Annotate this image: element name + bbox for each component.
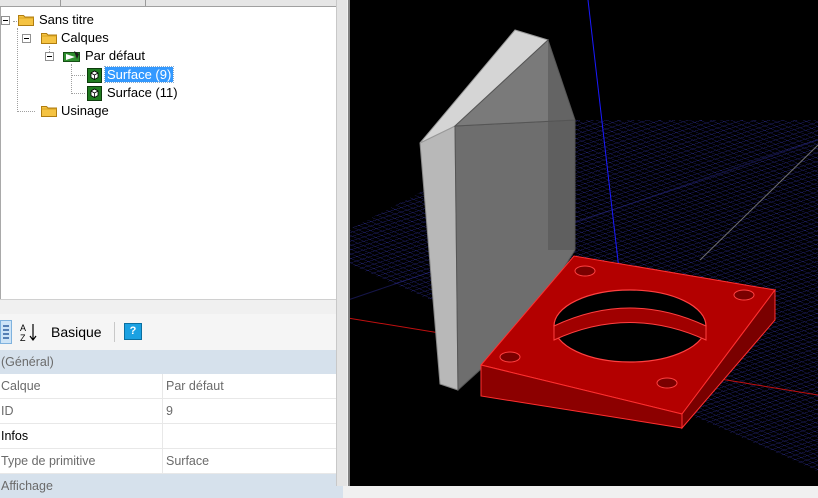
tree-node-label: Surface (9) xyxy=(103,66,175,83)
svg-text:A: A xyxy=(20,323,26,333)
3d-scene[interactable] xyxy=(348,0,818,486)
panel-splitter[interactable] xyxy=(0,299,346,312)
property-name: Type de primitive xyxy=(1,454,96,468)
toolbar-separator xyxy=(114,322,115,342)
tree-node-surface-11[interactable]: Surface (11) xyxy=(105,84,180,102)
surface-icon xyxy=(87,68,102,83)
tree-line xyxy=(17,111,35,112)
properties-toolbar: A Z Basique ? xyxy=(0,314,343,350)
tree-line xyxy=(71,64,72,94)
property-name: Infos xyxy=(1,429,29,443)
alphabetical-sort-button[interactable]: A Z xyxy=(18,320,40,344)
property-grid: (Général) Calque Par défaut ID 9 Infos T… xyxy=(0,350,343,498)
tab-divider xyxy=(60,0,61,6)
property-value: Par défaut xyxy=(166,379,224,393)
folder-icon xyxy=(41,106,57,117)
category-general[interactable]: (Général) xyxy=(0,350,343,374)
categorized-view-button[interactable] xyxy=(0,320,12,344)
property-row-id[interactable]: ID 9 xyxy=(0,399,343,424)
tree-line xyxy=(17,28,18,112)
column-divider xyxy=(162,449,163,473)
basic-view-label: Basique xyxy=(51,324,102,340)
basic-view-button[interactable]: Basique xyxy=(46,320,107,344)
tree-node-label: Surface (11) xyxy=(107,85,178,100)
tree-node-root[interactable]: Sans titre xyxy=(37,11,96,29)
property-row-primitive-type[interactable]: Type de primitive Surface xyxy=(0,449,343,474)
layer-icon xyxy=(63,51,80,62)
help-button[interactable]: ? xyxy=(124,323,142,340)
vertical-scrollbar[interactable] xyxy=(336,0,347,486)
property-value: 9 xyxy=(166,404,173,418)
categorized-icon xyxy=(3,325,9,339)
property-row-info[interactable]: Infos xyxy=(0,424,343,449)
tree-node-label: Sans titre xyxy=(39,12,94,27)
tree-line xyxy=(71,75,85,76)
property-value: Surface xyxy=(166,454,210,468)
tree-node-machining[interactable]: Usinage xyxy=(59,102,111,120)
column-divider xyxy=(162,399,163,423)
folder-icon xyxy=(18,15,34,26)
sort-az-icon: A Z xyxy=(20,323,37,343)
category-display[interactable]: Affichage xyxy=(0,474,343,498)
3d-viewport[interactable] xyxy=(348,0,818,486)
collapse-toggle[interactable] xyxy=(45,52,54,61)
property-row-layer[interactable]: Calque Par défaut xyxy=(0,374,343,399)
svg-text:Z: Z xyxy=(20,333,26,343)
tree-node-layers[interactable]: Calques xyxy=(59,29,111,47)
collapse-toggle[interactable] xyxy=(22,34,31,43)
tree-node-label: Usinage xyxy=(61,103,109,118)
tree-node-label: Par défaut xyxy=(85,48,145,63)
help-icon: ? xyxy=(129,325,137,337)
layer-tree[interactable]: Sans titre Calques Par défaut Surface (9… xyxy=(0,7,338,300)
tree-line xyxy=(71,93,85,94)
tree-node-surface-9[interactable]: Surface (9) xyxy=(103,66,175,84)
collapse-toggle[interactable] xyxy=(1,16,10,25)
folder-icon xyxy=(41,33,57,44)
tree-node-default-layer[interactable]: Par défaut xyxy=(83,47,147,65)
tab-strip[interactable] xyxy=(0,0,343,7)
property-name: ID xyxy=(1,404,14,418)
tree-node-label: Calques xyxy=(61,30,109,45)
column-divider xyxy=(162,374,163,398)
left-panel: Sans titre Calques Par défaut Surface (9… xyxy=(0,0,347,498)
column-divider xyxy=(162,424,163,448)
surface-icon xyxy=(87,86,102,101)
property-name: Calque xyxy=(1,379,41,393)
tab-divider xyxy=(145,0,146,6)
